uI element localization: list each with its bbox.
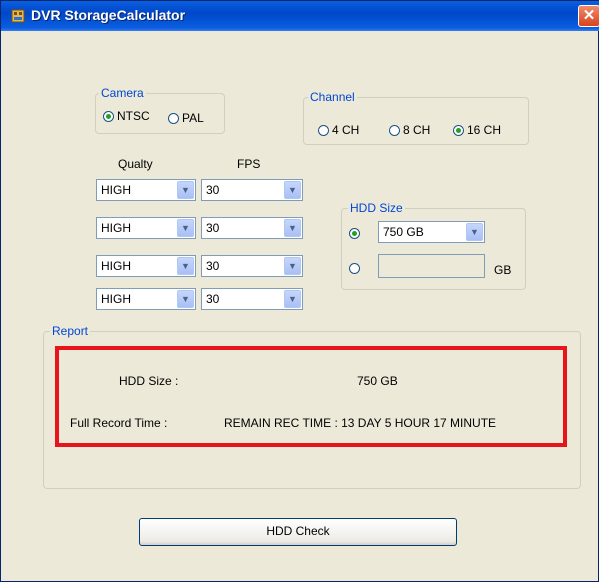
radio-8ch[interactable]: 8 CH: [389, 123, 430, 137]
radio-16ch-indicator: [453, 124, 464, 136]
fps-select-3[interactable]: 30 ▼: [201, 255, 303, 277]
fps-select-2-value: 30: [206, 221, 220, 235]
chevron-down-icon[interactable]: ▼: [284, 257, 301, 275]
quality-select-4-value: HIGH: [101, 292, 131, 306]
radio-hdd-custom[interactable]: [349, 263, 363, 274]
report-full-record-value: REMAIN REC TIME : 13 DAY 5 HOUR 17 MINUT…: [224, 416, 497, 430]
radio-ntsc-indicator: [103, 110, 114, 122]
channel-group: [303, 97, 529, 145]
app-icon: [11, 9, 25, 23]
report-highlight-frame: [55, 346, 567, 447]
radio-4ch[interactable]: 4 CH: [318, 123, 359, 137]
radio-4ch-label: 4 CH: [332, 123, 360, 137]
radio-16ch[interactable]: 16 CH: [453, 123, 501, 137]
chevron-down-icon[interactable]: ▼: [284, 181, 301, 199]
close-icon: ✕: [582, 7, 596, 24]
radio-hdd-preset-indicator: [349, 228, 360, 239]
close-button[interactable]: ✕: [578, 5, 599, 27]
report-group-label: Report: [50, 324, 91, 338]
radio-pal-label: PAL: [182, 111, 204, 125]
hdd-size-group-label: HDD Size: [348, 201, 405, 215]
quality-select-4[interactable]: HIGH ▼: [96, 288, 196, 310]
radio-pal-indicator: [168, 112, 179, 124]
fps-header: FPS: [237, 157, 261, 171]
chevron-down-icon[interactable]: ▼: [177, 181, 194, 199]
radio-16ch-label: 16 CH: [467, 123, 502, 137]
chevron-down-icon[interactable]: ▼: [466, 223, 483, 241]
hdd-custom-input[interactable]: [378, 254, 485, 278]
hdd-check-button[interactable]: HDD Check: [139, 518, 457, 546]
radio-4ch-indicator: [318, 124, 329, 136]
report-hdd-size-label: HDD Size :: [119, 374, 179, 388]
quality-select-3-value: HIGH: [101, 259, 131, 273]
title-bar[interactable]: DVR StorageCalculator ✕: [1, 1, 599, 31]
radio-pal[interactable]: PAL: [168, 111, 204, 125]
radio-ntsc-label: NTSC: [117, 109, 150, 123]
quality-select-1[interactable]: HIGH ▼: [96, 179, 196, 201]
fps-select-1[interactable]: 30 ▼: [201, 179, 303, 201]
calculator-window: DVR StorageCalculator ✕ Camera NTSC PAL …: [0, 0, 599, 582]
chevron-down-icon[interactable]: ▼: [284, 290, 301, 308]
quality-select-1-value: HIGH: [101, 183, 131, 197]
radio-hdd-custom-indicator: [349, 263, 360, 274]
quality-select-2-value: HIGH: [101, 221, 131, 235]
channel-group-label: Channel: [308, 90, 357, 104]
quality-select-3[interactable]: HIGH ▼: [96, 255, 196, 277]
quality-select-2[interactable]: HIGH ▼: [96, 217, 196, 239]
radio-hdd-preset[interactable]: [349, 228, 363, 239]
radio-8ch-indicator: [389, 124, 400, 136]
chevron-down-icon[interactable]: ▼: [177, 257, 194, 275]
fps-select-2[interactable]: 30 ▼: [201, 217, 303, 239]
fps-select-3-value: 30: [206, 259, 220, 273]
report-hdd-size-value: 750 GB: [357, 374, 398, 388]
fps-select-4-value: 30: [206, 292, 220, 306]
radio-ntsc[interactable]: NTSC: [103, 109, 150, 123]
hdd-size-select-value: 750 GB: [383, 225, 424, 239]
quality-header: Qualty: [118, 157, 153, 171]
window-title: DVR StorageCalculator: [31, 7, 186, 23]
chevron-down-icon[interactable]: ▼: [284, 219, 301, 237]
chevron-down-icon[interactable]: ▼: [177, 219, 194, 237]
camera-group-label: Camera: [99, 86, 146, 100]
radio-8ch-label: 8 CH: [403, 123, 431, 137]
report-full-record-label: Full Record Time :: [70, 416, 168, 430]
fps-select-1-value: 30: [206, 183, 220, 197]
hdd-unit-label: GB: [494, 263, 512, 277]
fps-select-4[interactable]: 30 ▼: [201, 288, 303, 310]
hdd-size-select[interactable]: 750 GB ▼: [378, 221, 485, 243]
chevron-down-icon[interactable]: ▼: [177, 290, 194, 308]
